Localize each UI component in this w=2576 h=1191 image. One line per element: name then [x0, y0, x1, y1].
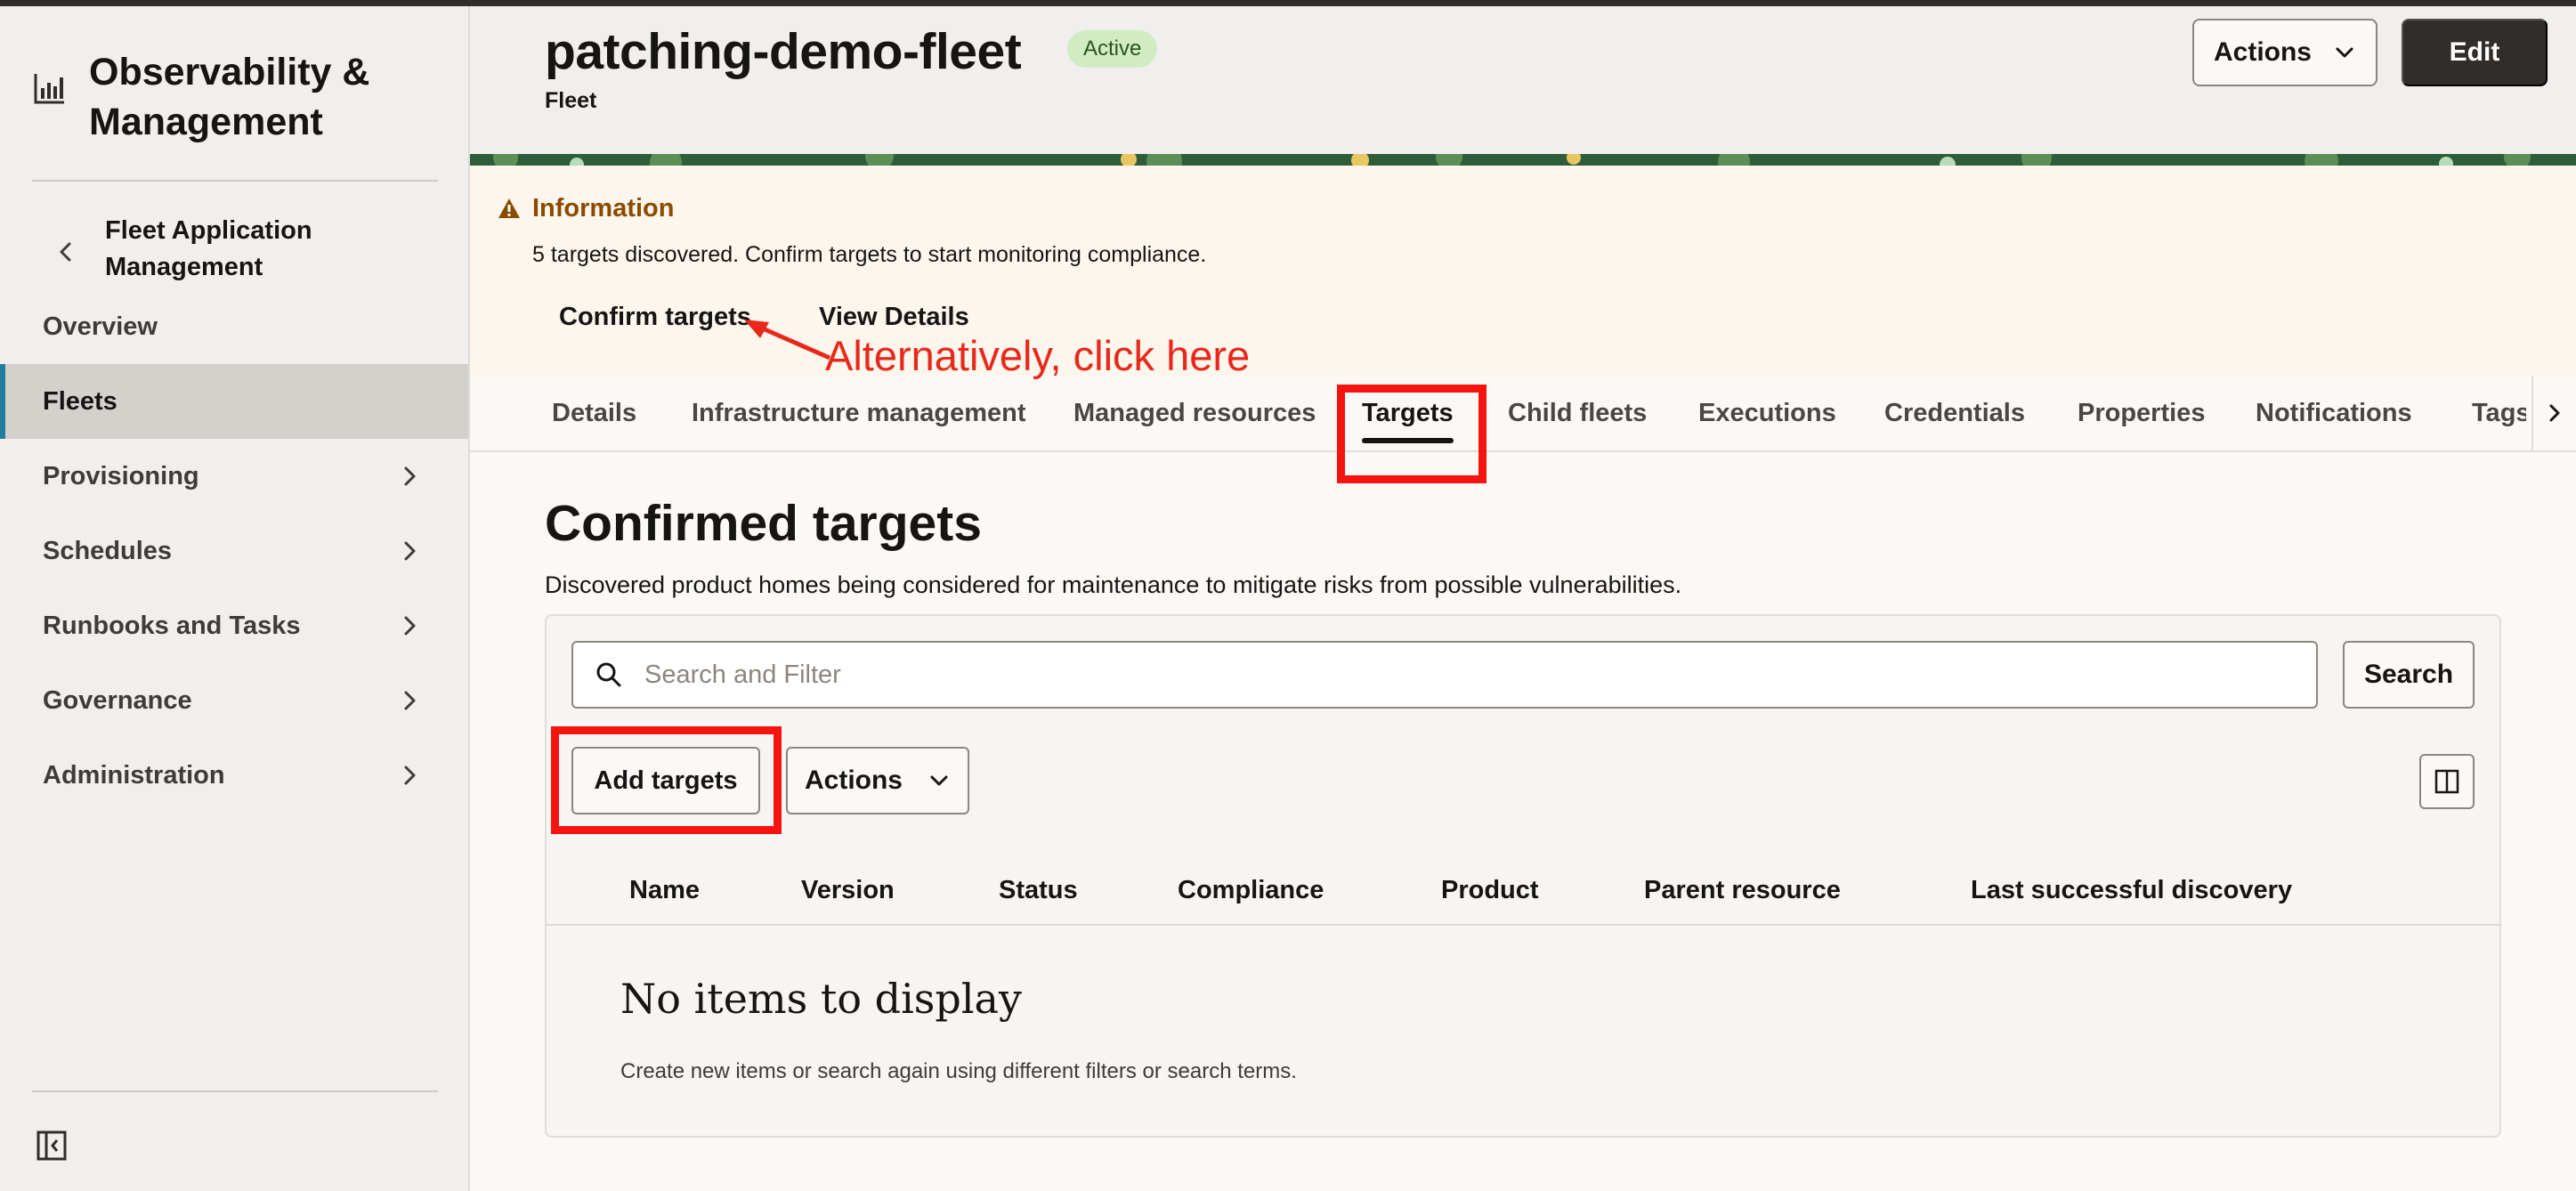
column-header-version[interactable]: Version: [801, 876, 895, 905]
table-actions-label: Actions: [804, 766, 903, 795]
add-targets-button[interactable]: Add targets: [571, 747, 760, 814]
sidebar-item-label: Provisioning: [43, 461, 199, 490]
sidebar-item-label: Administration: [43, 760, 225, 790]
warning-icon: [498, 198, 520, 218]
page-header: patching-demo-fleet Active Fleet Actions…: [470, 6, 2576, 154]
back-nav-label[interactable]: Fleet Application Management: [105, 213, 390, 286]
sidebar-item-provisioning[interactable]: Provisioning: [0, 439, 468, 514]
columns-icon: [2434, 769, 2459, 794]
collapse-sidebar-icon[interactable]: [36, 1130, 68, 1162]
info-title: Information: [532, 194, 675, 223]
page-title: patching-demo-fleet: [545, 23, 1022, 80]
tab-details[interactable]: Details: [552, 376, 636, 450]
chevron-down-icon: [930, 775, 948, 786]
chart-icon: [34, 74, 64, 104]
tab-list: Details Infrastructure management Managed …: [470, 376, 2526, 450]
chevron-right-icon: [404, 691, 416, 710]
search-icon: [596, 662, 621, 687]
top-strip: [0, 0, 2576, 6]
column-header-last-successful-discovery[interactable]: Last successful discovery: [1971, 876, 2292, 905]
section-title: Confirmed targets: [545, 495, 982, 552]
empty-state-title: No items to display: [620, 975, 1022, 1023]
chevron-left-icon[interactable]: [50, 236, 82, 268]
search-field[interactable]: [571, 641, 2318, 709]
sidebar-item-schedules[interactable]: Schedules: [0, 514, 468, 588]
annotation-text: Alternatively, click here: [825, 332, 1251, 379]
sidebar-item-fleets[interactable]: Fleets: [0, 364, 468, 439]
sidebar-item-governance[interactable]: Governance: [0, 663, 468, 738]
header-actions-button[interactable]: Actions: [2192, 19, 2378, 86]
status-badge: Active: [1067, 30, 1158, 68]
sidebar-item-label: Runbooks and Tasks: [43, 611, 301, 640]
annotation-arrow-icon: [744, 320, 831, 361]
tab-credentials[interactable]: Credentials: [1884, 376, 2025, 450]
tab-child-fleets[interactable]: Child fleets: [1508, 376, 1647, 450]
sidebar: Observability & Management Fleet Applica…: [0, 6, 470, 1191]
column-header-parent-resource[interactable]: Parent resource: [1644, 876, 1841, 905]
tab-bar: Details Infrastructure management Managed …: [470, 376, 2576, 452]
view-details-link[interactable]: View Details: [819, 303, 969, 332]
sidebar-item-label: Fleets: [43, 386, 117, 416]
table-actions-button[interactable]: Actions: [786, 747, 969, 814]
column-header-compliance[interactable]: Compliance: [1178, 876, 1324, 905]
chevron-right-icon: [404, 616, 416, 636]
header-decorative-pattern: [470, 154, 2576, 166]
sidebar-item-label: Schedules: [43, 536, 173, 565]
tab-executions[interactable]: Executions: [1698, 376, 1836, 450]
manage-columns-button[interactable]: [2419, 754, 2475, 809]
app-title: Observability & Management: [32, 47, 463, 147]
header-actions-label: Actions: [2213, 37, 2312, 67]
sidebar-divider: [32, 180, 438, 182]
sidebar-item-runbooks-and-tasks[interactable]: Runbooks and Tasks: [0, 588, 468, 663]
section-description: Discovered product homes being considere…: [545, 571, 1682, 598]
confirm-targets-link[interactable]: Confirm targets: [559, 303, 751, 332]
table-header: Name Version Status Compliance Product Parent…: [547, 860, 2499, 926]
tab-properties[interactable]: Properties: [2078, 376, 2205, 450]
chevron-down-icon: [2336, 47, 2353, 58]
sidebar-item-administration[interactable]: Administration: [0, 738, 468, 813]
back-nav[interactable]: Fleet Application Management: [50, 213, 390, 286]
tab-notifications[interactable]: Notifications: [2256, 376, 2412, 450]
page-subtitle: Fleet: [545, 88, 597, 113]
sidebar-divider: [32, 1090, 438, 1092]
app-title-text: Observability & Management: [89, 51, 370, 143]
tab-managed-resources[interactable]: Managed resources: [1073, 376, 1316, 450]
chevron-right-icon: [2549, 404, 2560, 422]
sidebar-item-label: Governance: [43, 685, 192, 715]
tab-infrastructure-management[interactable]: Infrastructure management: [692, 376, 1026, 450]
tab-scroll-next-button[interactable]: [2531, 376, 2576, 450]
edit-button[interactable]: Edit: [2402, 19, 2548, 86]
tab-tags[interactable]: Tags: [2472, 376, 2526, 450]
sidebar-item-label: Overview: [43, 312, 158, 341]
chevron-right-icon: [404, 766, 416, 785]
info-message: 5 targets discovered. Confirm targets to…: [532, 242, 1207, 267]
chevron-right-icon: [404, 466, 416, 486]
column-header-product[interactable]: Product: [1441, 876, 1539, 905]
column-header-name[interactable]: Name: [629, 876, 700, 905]
search-input[interactable]: [644, 660, 2291, 690]
tab-targets[interactable]: Targets: [1362, 376, 1454, 450]
search-button[interactable]: Search: [2343, 641, 2475, 709]
chevron-right-icon: [404, 541, 416, 561]
column-header-status[interactable]: Status: [999, 876, 1078, 905]
sidebar-item-overview[interactable]: Overview: [0, 289, 468, 364]
empty-state-description: Create new items or search again using d…: [620, 1059, 1297, 1083]
